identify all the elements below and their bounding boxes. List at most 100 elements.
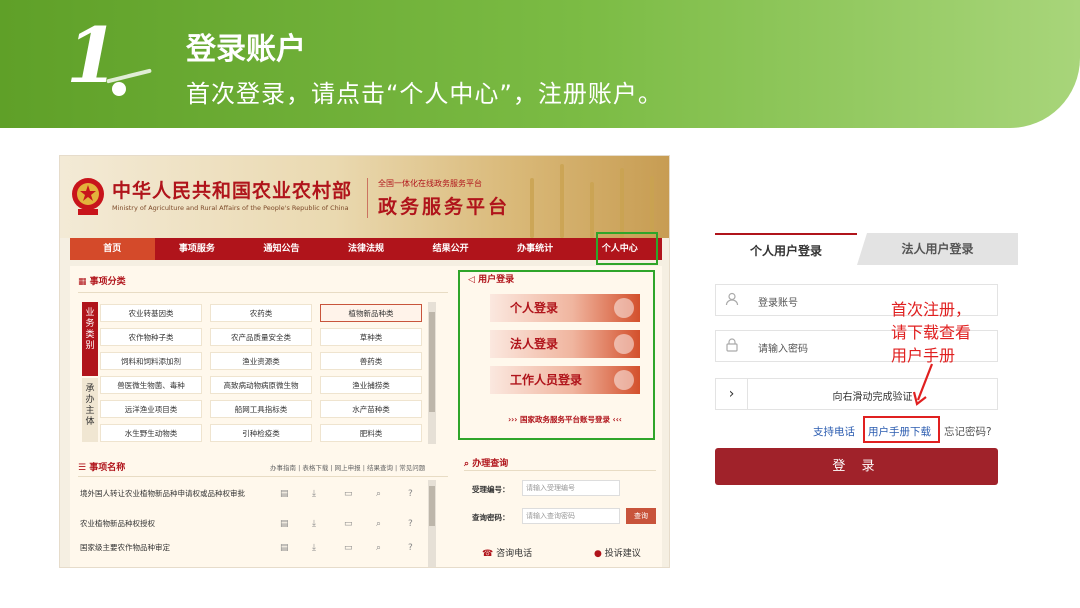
list-icon: ☰	[78, 463, 87, 473]
nav-services[interactable]: 事项服务	[155, 238, 240, 260]
category-item[interactable]: 兽药类	[320, 352, 422, 370]
category-item[interactable]: 兽医微生物菌、毒种	[100, 376, 202, 394]
category-heading: ▦ 事项分类	[78, 274, 126, 287]
matter-row[interactable]: 农业植物新品种权授权 ▤ ⤓ ▭ ⌕?	[80, 514, 440, 536]
slide-header: 1 登录账户 首次登录，请点击“个人中心”，注册账户。	[0, 0, 1080, 128]
download-icon[interactable]: ⤓	[312, 543, 316, 553]
category-item[interactable]: 饲料和饲料添加剂	[100, 352, 202, 370]
matter-name[interactable]: 境外国人转让农业植物新品种申请权或品种权审批	[80, 488, 260, 499]
search-icon[interactable]: ⌕	[376, 489, 381, 499]
query-password-input[interactable]: 请输入查询密码	[522, 508, 620, 524]
category-item[interactable]: 高致病动物病原微生物	[210, 376, 312, 394]
category-item[interactable]: 肥料类	[320, 424, 422, 442]
tab-legal-login[interactable]: 法人用户登录	[857, 233, 1018, 265]
wheat-decor	[560, 164, 564, 238]
category-item[interactable]: 远洋渔业项目类	[100, 400, 202, 418]
monitor-icon[interactable]: ▭	[344, 519, 353, 529]
support-phone-link[interactable]: 支持电话	[813, 424, 855, 439]
matter-heading: ☰ 事项名称	[78, 460, 125, 473]
nav-results[interactable]: 结果公开	[408, 238, 493, 260]
category-item[interactable]: 水产苗种类	[320, 400, 422, 418]
slide-title: 登录账户	[186, 32, 306, 67]
nav-home[interactable]: 首页	[70, 238, 155, 260]
portal-navbar: 首页 事项服务 通知公告 法律法规 结果公开 办事统计 个人中心	[70, 238, 662, 260]
category-item[interactable]: 草种类	[320, 328, 422, 346]
category-grid: 农业转基因类 农药类 植物新品种类农作物种子类 农产品质量安全类 草种类饲料和饲料添加剂…	[100, 304, 422, 442]
download-icon[interactable]: ⤓	[312, 489, 316, 499]
category-scroll-thumb[interactable]	[429, 312, 435, 412]
personal-center-highlight	[596, 232, 658, 265]
category-item[interactable]: 引种检疫类	[210, 424, 312, 442]
document-icon[interactable]: ▤	[280, 543, 289, 553]
document-icon[interactable]: ▤	[280, 489, 289, 499]
search-icon[interactable]: ⌕	[376, 519, 381, 529]
matter-row[interactable]: 国家级主要农作物品种审定 ▤ ⤓ ▭ ⌕?	[80, 538, 440, 560]
search-icon[interactable]: ⌕	[376, 543, 381, 553]
category-title: 事项分类	[89, 277, 126, 287]
callout-note: 首次注册， 请下载查看 用户手册	[891, 298, 1011, 367]
matter-name[interactable]: 农业植物新品种权授权	[80, 518, 260, 529]
callout-line: 用户手册	[891, 346, 956, 365]
document-icon[interactable]: ▤	[280, 519, 289, 529]
complaint-link[interactable]: ● 投诉建议	[594, 546, 641, 559]
help-icon[interactable]: ?	[408, 489, 413, 499]
portal-name: 政务服务平台	[378, 196, 511, 218]
category-item[interactable]: 植物新品种类	[320, 304, 422, 322]
phone-icon: ☎	[482, 549, 494, 559]
matter-scrollbar[interactable]	[428, 480, 436, 567]
matter-scroll-thumb[interactable]	[429, 486, 435, 526]
login-panel-highlight	[458, 270, 655, 440]
hotline-link[interactable]: ☎ 咨询电话	[482, 546, 532, 559]
category-item[interactable]: 农作物种子类	[100, 328, 202, 346]
query-panel: ⌕ 办理查询 受理编号： 请输入受理编号 查询密码： 请输入查询密码 查询 ☎ …	[460, 450, 662, 567]
category-group-organizer[interactable]: 承办主体	[82, 378, 98, 442]
acceptance-number-input[interactable]: 请输入受理编号	[522, 480, 620, 496]
query-button[interactable]: 查询	[626, 508, 656, 524]
help-icon[interactable]: ?	[408, 519, 413, 529]
category-item[interactable]: 渔业捕捞类	[320, 376, 422, 394]
manual-link-highlight	[863, 416, 940, 443]
slider-text: 向右滑动完成验证	[832, 392, 913, 403]
category-item[interactable]: 水生野生动物类	[100, 424, 202, 442]
step-number: 1	[66, 11, 119, 100]
search-icon: ⌕	[464, 459, 470, 469]
category-scrollbar[interactable]	[428, 302, 436, 444]
category-item[interactable]: 农业转基因类	[100, 304, 202, 322]
national-emblem-icon	[72, 178, 104, 215]
heading-rule	[78, 476, 448, 477]
monitor-icon[interactable]: ▭	[344, 543, 353, 553]
heading-rule	[464, 470, 656, 471]
chevron-right-icon[interactable]: ›	[716, 379, 748, 409]
step-dot	[112, 82, 126, 96]
help-icon[interactable]: ?	[408, 543, 413, 553]
category-item[interactable]: 船网工具指标类	[210, 400, 312, 418]
login-submit-button[interactable]: 登 录	[715, 448, 998, 485]
slider-verify[interactable]: › 向右滑动完成验证	[715, 378, 998, 410]
query-password-label: 查询密码：	[472, 513, 510, 522]
portal-banner: 中华人民共和国农业农村部 Ministry of Agriculture and…	[60, 156, 669, 238]
nav-notices[interactable]: 通知公告	[239, 238, 324, 260]
matter-panel: ☰ 事项名称 办事指南 | 表格下载 | 网上申报 | 结果查询 | 常见问题 …	[70, 454, 450, 567]
download-icon[interactable]: ⤓	[312, 519, 316, 529]
slide-subtitle: 首次登录，请点击“个人中心”，注册账户。	[186, 80, 663, 108]
matter-name[interactable]: 国家级主要农作物品种审定	[80, 542, 260, 553]
monitor-icon[interactable]: ▭	[344, 489, 353, 499]
matter-links[interactable]: 办事指南 | 表格下载 | 网上申报 | 结果查询 | 常见问题	[270, 462, 425, 472]
grid-icon: ▦	[78, 277, 87, 287]
ministry-name: 中华人民共和国农业农村部	[112, 180, 353, 202]
hotline-label: 咨询电话	[496, 549, 533, 559]
matter-title: 事项名称	[89, 463, 126, 473]
matter-row[interactable]: 境外国人转让农业植物新品种申请权或品种权审批 ▤ ⤓ ▭ ⌕?	[80, 484, 440, 506]
category-group-business[interactable]: 业务类别	[82, 302, 98, 376]
tab-personal-login[interactable]: 个人用户登录	[715, 233, 857, 265]
nav-laws[interactable]: 法律法规	[324, 238, 409, 260]
wheat-decor	[530, 178, 534, 238]
category-item[interactable]: 农药类	[210, 304, 312, 322]
query-title: 办理查询	[472, 459, 509, 469]
category-item[interactable]: 农产品质量安全类	[210, 328, 312, 346]
heading-rule	[78, 292, 448, 293]
callout-arrow-icon	[912, 363, 934, 406]
nav-statistics[interactable]: 办事统计	[493, 238, 578, 260]
forgot-password-link[interactable]: 忘记密码?	[944, 424, 992, 439]
category-item[interactable]: 渔业资源类	[210, 352, 312, 370]
